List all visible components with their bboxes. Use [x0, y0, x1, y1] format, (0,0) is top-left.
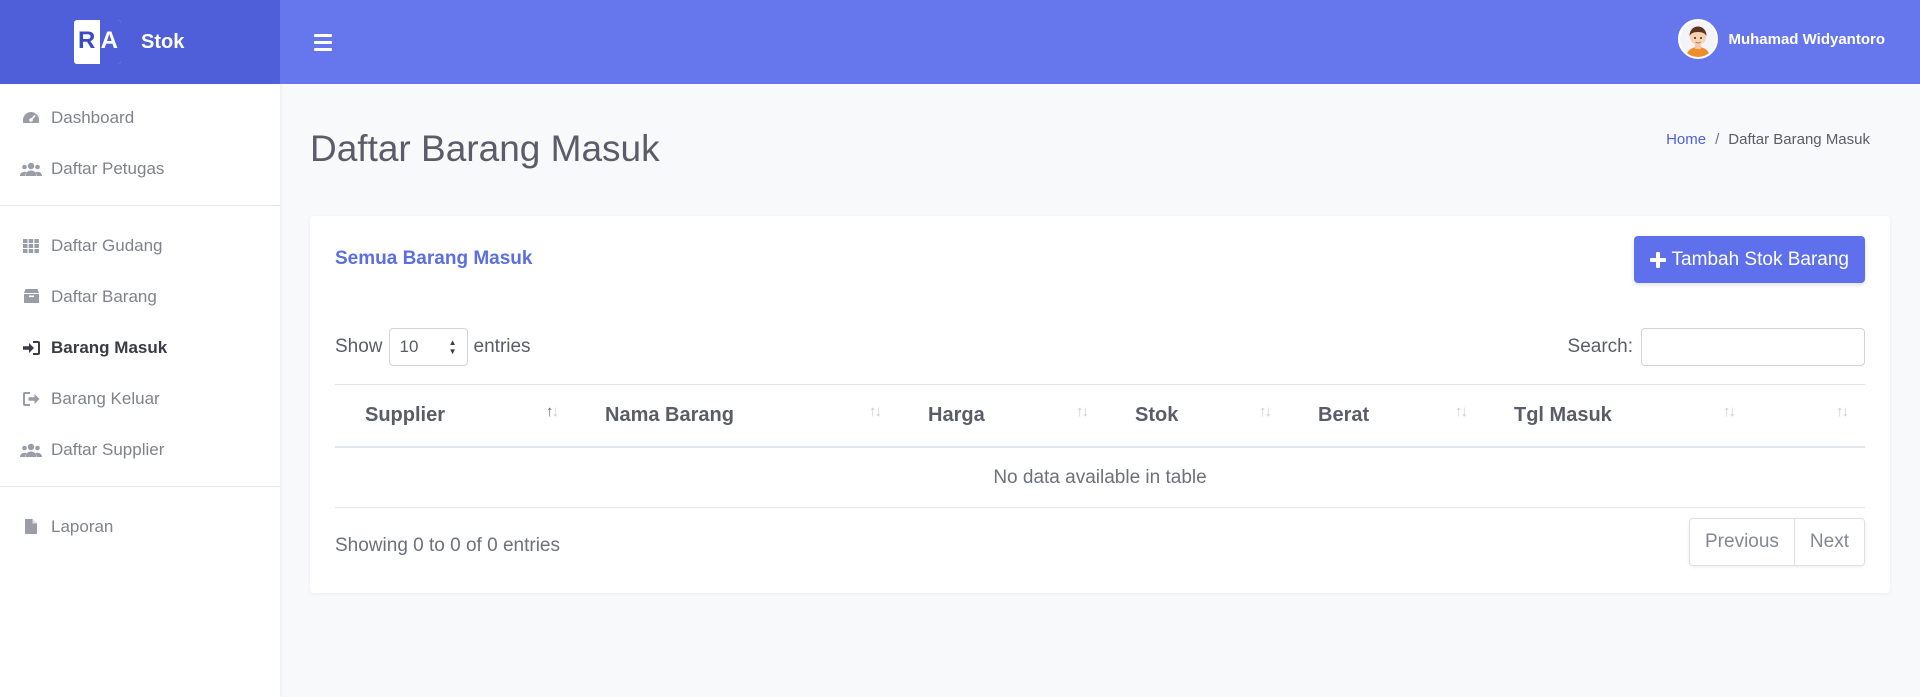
box-icon [20, 288, 42, 306]
page-size-control: Show 10 ▲ ▼ entries [335, 328, 531, 366]
breadcrumb-separator: / [1715, 131, 1720, 148]
sidebar-item-daftar-supplier[interactable]: Daftar Supplier [0, 424, 280, 475]
search-label: Search: [1567, 336, 1633, 357]
pagination: Previous Next [1689, 518, 1865, 566]
column-label: Harga [928, 404, 985, 426]
show-label: Show [335, 336, 383, 357]
brand-logo: RA R A [74, 20, 121, 64]
add-stock-button[interactable]: Tambah Stok Barang [1633, 236, 1865, 283]
sidebar-item-label: Daftar Supplier [51, 439, 165, 459]
table-header: Supplier ↑↓ Nama Barang ↑↓ Harga ↑↓ Stok… [335, 384, 1865, 448]
sort-icon: ↑↓ [1723, 403, 1736, 420]
sidebar-item-label: Daftar Gudang [51, 235, 163, 255]
sidebar-item-barang-keluar[interactable]: Barang Keluar [0, 373, 280, 424]
search-control: Search: [1568, 328, 1865, 366]
add-stock-button-label: Tambah Stok Barang [1671, 248, 1849, 270]
sidebar-divider [0, 486, 280, 487]
column-header-stok[interactable]: Stok ↑↓ [1105, 385, 1288, 446]
sidebar-item-daftar-petugas[interactable]: Daftar Petugas [0, 143, 280, 194]
column-header-nama-barang[interactable]: Nama Barang ↑↓ [575, 385, 898, 446]
column-header-berat[interactable]: Berat ↑↓ [1288, 385, 1484, 446]
column-header-tgl-masuk[interactable]: Tgl Masuk ↑↓ [1484, 385, 1752, 446]
column-label: Supplier [365, 404, 446, 426]
file-icon [20, 518, 42, 536]
sidebar-item-label: Barang Masuk [51, 337, 168, 357]
sort-icon: ↑↓ [1076, 403, 1089, 420]
column-label: Tgl Masuk [1514, 404, 1612, 426]
hamburger-icon[interactable] [314, 33, 332, 51]
sort-asc-icon: ↑↓ [546, 403, 559, 420]
search-input[interactable] [1641, 328, 1865, 366]
sign-in-icon [20, 339, 42, 357]
sort-icon: ↑↓ [1836, 403, 1849, 420]
column-label: Stok [1135, 404, 1179, 426]
breadcrumb-current: Daftar Barang Masuk [1728, 131, 1870, 148]
sidebar-item-daftar-barang[interactable]: Daftar Barang [0, 271, 280, 322]
sidebar-item-dashboard[interactable]: Dashboard [0, 92, 280, 143]
barang-masuk-card: Semua Barang Masuk Tambah Stok Barang Sh… [310, 216, 1890, 593]
column-header-supplier[interactable]: Supplier ↑↓ [335, 385, 575, 446]
sidebar-item-label: Daftar Petugas [51, 158, 165, 178]
sidebar-item-daftar-gudang[interactable]: Daftar Gudang [0, 220, 280, 271]
sidebar-nav: Dashboard Daftar Petugas Daftar Gudang D… [0, 84, 280, 552]
sort-icon: ↑↓ [1259, 403, 1272, 420]
user-menu[interactable]: Muhamad Widyantoro [1678, 19, 1885, 59]
sort-icon: ↑↓ [1455, 403, 1468, 420]
avatar [1678, 19, 1719, 59]
column-label: Nama Barang [605, 404, 734, 426]
breadcrumb-home-link[interactable]: Home [1666, 131, 1706, 148]
sidebar: RA R A Stok Dashboard Daftar Petugas Daf… [0, 0, 280, 697]
sign-out-icon [20, 390, 42, 408]
previous-page-button[interactable]: Previous [1690, 519, 1794, 565]
next-page-button[interactable]: Next [1793, 519, 1864, 565]
plus-icon [1649, 251, 1666, 268]
sidebar-item-label: Dashboard [51, 107, 135, 127]
grid-icon [20, 237, 42, 255]
card-title: Semua Barang Masuk [335, 248, 533, 269]
users-icon [20, 160, 42, 178]
topbar: Muhamad Widyantoro [280, 0, 1920, 84]
sort-icon: ↑↓ [869, 403, 882, 420]
empty-table-message: No data available in table [335, 448, 1865, 508]
page-title: Daftar Barang Masuk [310, 128, 660, 169]
sidebar-item-laporan[interactable]: Laporan [0, 501, 280, 552]
tachometer-icon [20, 109, 42, 127]
table-body: No data available in table [335, 448, 1865, 508]
column-header-actions[interactable]: ↑↓ [1752, 385, 1865, 446]
brand-name: Stok [141, 30, 185, 53]
barang-masuk-table: Supplier ↑↓ Nama Barang ↑↓ Harga ↑↓ Stok… [335, 384, 1865, 508]
user-name: Muhamad Widyantoro [1728, 30, 1885, 48]
sidebar-item-label: Laporan [51, 516, 114, 536]
column-header-harga[interactable]: Harga ↑↓ [898, 385, 1105, 446]
entries-label: entries [473, 336, 531, 357]
page-size-select[interactable]: 10 ▲ ▼ [388, 328, 468, 366]
sidebar-item-barang-masuk[interactable]: Barang Masuk [0, 322, 280, 373]
sidebar-divider [0, 205, 280, 206]
sidebar-item-label: Daftar Barang [51, 286, 157, 306]
users-icon [20, 441, 42, 459]
table-info: Showing 0 to 0 of 0 entries [335, 535, 560, 556]
page-size-value: 10 [399, 337, 419, 356]
select-arrows-icon: ▲ ▼ [448, 337, 457, 356]
column-label: Berat [1318, 404, 1370, 426]
brand[interactable]: RA R A Stok [0, 0, 280, 84]
sidebar-item-label: Barang Keluar [51, 388, 160, 408]
breadcrumb: Home / Daftar Barang Masuk [1666, 131, 1870, 148]
